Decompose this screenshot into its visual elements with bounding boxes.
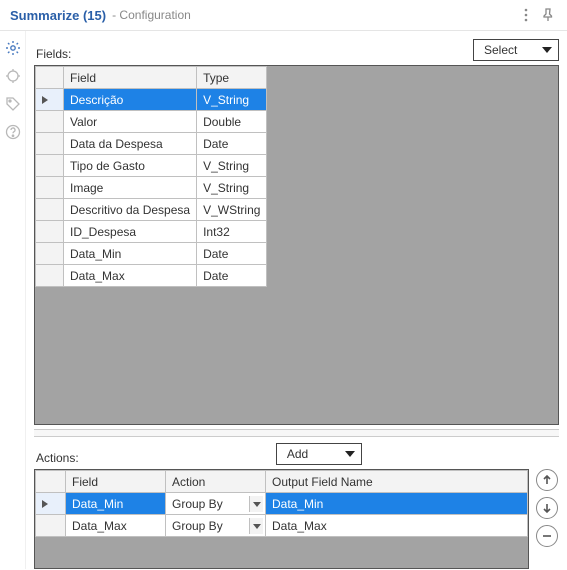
fields-grid-panel: Field Type DescriçãoV_StringValorDoubleD… xyxy=(34,65,559,425)
move-down-button[interactable] xyxy=(536,497,558,519)
tag-icon[interactable] xyxy=(4,95,22,113)
col-type[interactable]: Type xyxy=(197,67,267,89)
caret-down-icon xyxy=(345,451,355,457)
table-row[interactable]: ImageV_String xyxy=(36,177,267,199)
type-cell[interactable]: Int32 xyxy=(197,221,267,243)
action-action-cell[interactable]: Group By xyxy=(166,515,266,537)
type-cell[interactable]: V_WString xyxy=(197,199,267,221)
actions-side-buttons xyxy=(535,469,559,569)
field-cell[interactable]: Image xyxy=(64,177,197,199)
table-row[interactable]: Data_MaxGroup ByData_Max xyxy=(36,515,528,537)
type-cell[interactable]: V_String xyxy=(197,177,267,199)
add-dropdown[interactable]: Add xyxy=(276,443,362,465)
table-row[interactable]: Data_MaxDate xyxy=(36,265,267,287)
fields-header: Fields: Select xyxy=(34,39,559,61)
action-output-cell[interactable]: Data_Max xyxy=(266,515,528,537)
select-dropdown-label: Select xyxy=(484,43,517,57)
table-row[interactable]: Descritivo da DespesaV_WString xyxy=(36,199,267,221)
row-handle[interactable] xyxy=(36,177,64,199)
tool-subtitle: - Configuration xyxy=(112,8,191,22)
table-row[interactable]: Data_MinGroup ByData_Min xyxy=(36,493,528,515)
type-cell[interactable]: Double xyxy=(197,111,267,133)
row-handle[interactable] xyxy=(36,493,66,515)
table-row[interactable]: DescriçãoV_String xyxy=(36,89,267,111)
row-handle[interactable] xyxy=(36,199,64,221)
select-dropdown[interactable]: Select xyxy=(473,39,559,61)
row-handle[interactable] xyxy=(36,133,64,155)
table-row[interactable]: Data_MinDate xyxy=(36,243,267,265)
field-cell[interactable]: ID_Despesa xyxy=(64,221,197,243)
actions-label: Actions: xyxy=(34,451,79,465)
action-action-cell[interactable]: Group By xyxy=(166,493,266,515)
table-row[interactable]: Data da DespesaDate xyxy=(36,133,267,155)
field-cell[interactable]: Descritivo da Despesa xyxy=(64,199,197,221)
actions-grid-panel: Field Action Output Field Name Data_MinG… xyxy=(34,469,529,569)
kebab-menu-icon[interactable] xyxy=(517,6,535,24)
field-cell[interactable]: Tipo de Gasto xyxy=(64,155,197,177)
action-output-cell[interactable]: Data_Min xyxy=(266,493,528,515)
target-icon[interactable] xyxy=(4,67,22,85)
field-cell[interactable]: Valor xyxy=(64,111,197,133)
field-cell[interactable]: Data_Min xyxy=(64,243,197,265)
actions-table[interactable]: Field Action Output Field Name Data_MinG… xyxy=(35,470,528,537)
row-handle[interactable] xyxy=(36,243,64,265)
pin-icon[interactable] xyxy=(539,6,557,24)
col-field[interactable]: Field xyxy=(64,67,197,89)
field-cell[interactable]: Descrição xyxy=(64,89,197,111)
remove-button[interactable] xyxy=(536,525,558,547)
row-handle-header xyxy=(36,67,64,89)
type-cell[interactable]: Date xyxy=(197,265,267,287)
splitter[interactable] xyxy=(34,429,559,437)
row-handle-header xyxy=(36,471,66,493)
type-cell[interactable]: V_String xyxy=(197,155,267,177)
row-handle[interactable] xyxy=(36,515,66,537)
current-row-indicator-icon xyxy=(42,96,48,104)
type-cell[interactable]: Date xyxy=(197,243,267,265)
col-action-action[interactable]: Action xyxy=(166,471,266,493)
type-cell[interactable]: Date xyxy=(197,133,267,155)
col-action-output[interactable]: Output Field Name xyxy=(266,471,528,493)
table-row[interactable]: ID_DespesaInt32 xyxy=(36,221,267,243)
main-area: Fields: Select Field Type DescriçãoV_Str… xyxy=(26,31,567,569)
field-cell[interactable]: Data_Max xyxy=(64,265,197,287)
row-handle[interactable] xyxy=(36,111,64,133)
type-cell[interactable]: V_String xyxy=(197,89,267,111)
help-icon[interactable] xyxy=(4,123,22,141)
table-row[interactable]: ValorDouble xyxy=(36,111,267,133)
current-row-indicator-icon xyxy=(42,500,48,508)
caret-down-icon xyxy=(253,502,261,507)
left-rail xyxy=(0,31,26,569)
gear-icon[interactable] xyxy=(4,39,22,57)
row-handle[interactable] xyxy=(36,89,64,111)
add-dropdown-label: Add xyxy=(287,447,308,461)
fields-label: Fields: xyxy=(34,47,71,61)
fields-table[interactable]: Field Type DescriçãoV_StringValorDoubleD… xyxy=(35,66,267,287)
action-dropdown-chevron[interactable] xyxy=(249,518,263,534)
title-bar: Summarize (15) - Configuration xyxy=(0,0,567,31)
row-handle[interactable] xyxy=(36,265,64,287)
action-field-cell[interactable]: Data_Min xyxy=(66,493,166,515)
col-action-field[interactable]: Field xyxy=(66,471,166,493)
caret-down-icon xyxy=(542,47,552,53)
row-handle[interactable] xyxy=(36,221,64,243)
actions-header: Actions: Add xyxy=(34,443,559,465)
action-field-cell[interactable]: Data_Max xyxy=(66,515,166,537)
row-handle[interactable] xyxy=(36,155,64,177)
action-dropdown-chevron[interactable] xyxy=(249,496,263,512)
field-cell[interactable]: Data da Despesa xyxy=(64,133,197,155)
table-row[interactable]: Tipo de GastoV_String xyxy=(36,155,267,177)
tool-title: Summarize (15) xyxy=(10,8,106,23)
move-up-button[interactable] xyxy=(536,469,558,491)
caret-down-icon xyxy=(253,524,261,529)
